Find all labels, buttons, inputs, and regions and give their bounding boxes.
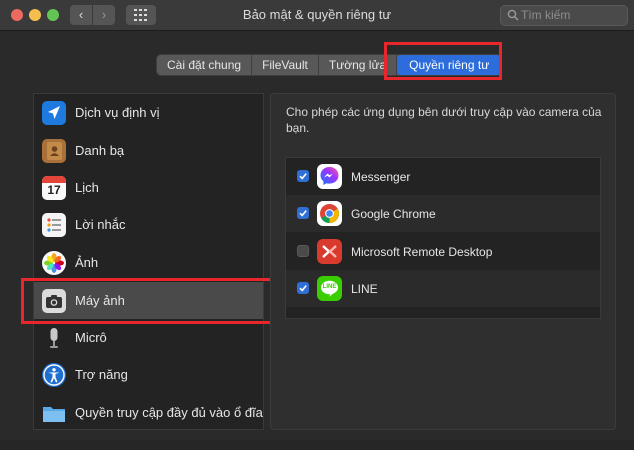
accessibility-icon [42,363,66,387]
reminders-icon [42,213,66,237]
sidebar-item-label: Ảnh [75,255,99,270]
app-row-line[interactable]: LINE LINE [286,270,600,307]
sidebar-item-reminders[interactable]: Lời nhắc [34,206,263,243]
app-label: Google Chrome [351,207,436,221]
checkmark-icon [299,285,307,292]
sidebar-item-accessibility[interactable]: Trợ năng [34,356,263,393]
minimize-window-button[interactable] [29,9,41,21]
sidebar-item-location[interactable]: Dịch vụ định vị [34,94,263,131]
chevron-left-icon: ‹ [78,7,84,22]
sidebar-item-label: Quyền truy cập đầy đủ vào ổ đĩa [75,405,263,420]
close-window-button[interactable] [11,9,23,21]
title-bar: ‹ › Bảo mật & quyền riêng tư [0,0,634,31]
folder-icon [42,401,66,425]
sidebar-item-label: Danh bạ [75,143,125,158]
camera-access-description: Cho phép các ứng dụng bên dưới truy cập … [286,105,602,135]
line-icon-text: LINE [322,284,337,290]
window-bottom-edge [0,440,634,450]
messenger-icon [317,164,342,189]
search-box[interactable] [500,5,628,26]
remote-desktop-icon [317,239,342,264]
app-label: Messenger [351,170,411,184]
show-all-button[interactable] [126,5,156,25]
sidebar-item-photos[interactable]: Ảnh [34,244,263,281]
app-label: Microsoft Remote Desktop [351,245,493,259]
remote-desktop-checkbox[interactable] [297,245,309,257]
highlight-box-privacy-tab [384,42,502,80]
search-icon [507,9,519,21]
sidebar-item-label: Lịch [75,180,99,195]
sidebar-item-contacts[interactable]: Danh bạ [34,132,263,169]
checkmark-icon [299,210,307,217]
line-checkbox[interactable] [297,282,309,294]
line-icon: LINE [317,276,342,301]
contacts-book-icon [42,139,66,163]
sidebar-item-microphone[interactable]: Micrô [34,319,263,356]
photos-flower-icon [42,251,66,275]
chrome-icon [317,201,342,226]
sidebar-item-label: Trợ năng [75,367,128,382]
sidebar-item-calendar[interactable]: 17 Lịch [34,169,263,206]
calendar-day: 17 [47,183,61,197]
back-button[interactable]: ‹ [70,5,92,25]
chrome-checkbox[interactable] [297,207,309,219]
sidebar-item-label: Lời nhắc [75,217,126,232]
tab-general[interactable]: Cài đặt chung [157,55,253,75]
calendar-icon: 17 [42,176,66,200]
sidebar-item-label: Micrô [75,330,107,345]
chevron-right-icon: › [101,7,107,22]
forward-button[interactable]: › [93,5,115,25]
app-row-google-chrome[interactable]: Google Chrome [286,195,600,232]
messenger-checkbox[interactable] [297,170,309,182]
location-arrow-icon [42,101,66,125]
grid-icon [134,9,147,21]
camera-app-list[interactable]: Messenger Google Chrome Microsoft Remote… [285,157,601,319]
search-input[interactable] [521,7,621,23]
app-label: LINE [351,282,378,296]
sidebar-item-full-disk-access[interactable]: Quyền truy cập đầy đủ vào ổ đĩa [34,394,263,429]
tab-filevault[interactable]: FileVault [252,55,319,75]
app-row-messenger[interactable]: Messenger [286,158,600,195]
highlight-box-camera-item [21,278,277,324]
app-row-microsoft-remote-desktop[interactable]: Microsoft Remote Desktop [286,233,600,270]
microphone-icon [42,326,66,350]
zoom-window-button[interactable] [47,9,59,21]
privacy-category-list[interactable]: Dịch vụ định vị Danh bạ 17 Lịch Lời nhắc [33,93,264,430]
checkmark-icon [299,173,307,180]
sidebar-item-label: Dịch vụ định vị [75,105,160,120]
